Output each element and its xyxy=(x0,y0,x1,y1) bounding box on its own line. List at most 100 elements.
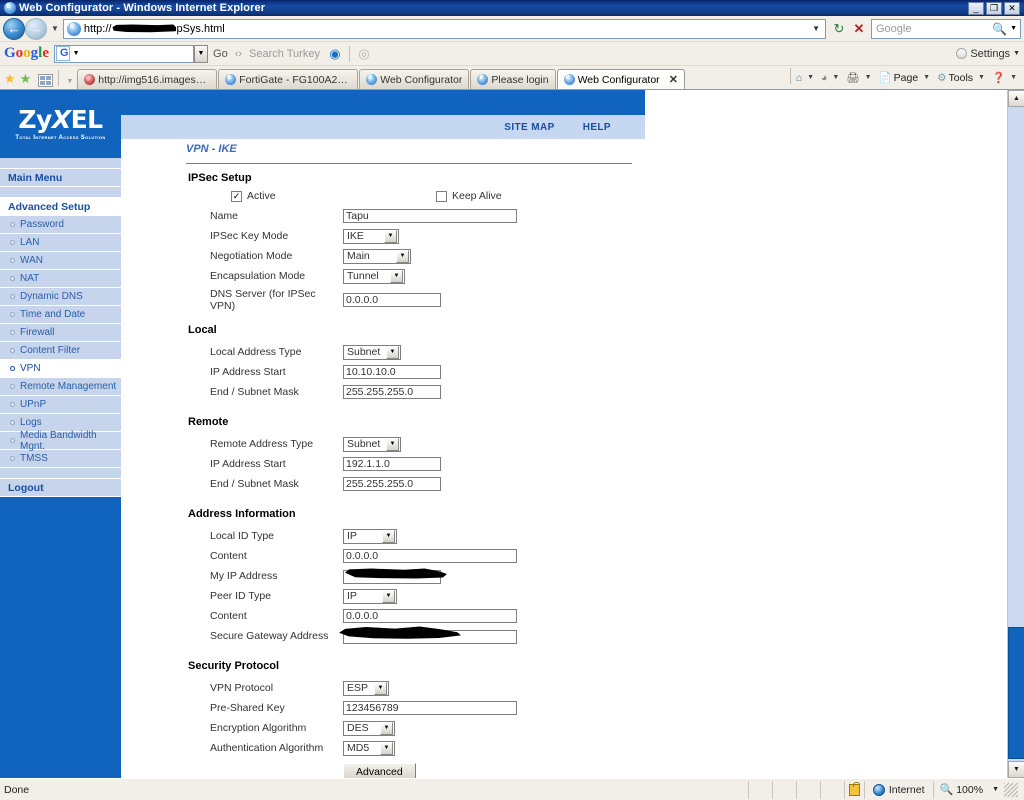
active-checkbox[interactable]: ✓ xyxy=(231,190,242,202)
keep-alive-checkbox[interactable] xyxy=(436,190,447,202)
tab-4-active[interactable]: Web Configurator ✕ xyxy=(556,69,685,89)
google-search-input[interactable]: G ▼ xyxy=(54,44,195,63)
quick-tabs-icon[interactable] xyxy=(38,74,54,87)
restore-button[interactable]: ❐ xyxy=(986,1,1002,15)
local-ip-start-input[interactable] xyxy=(343,365,441,379)
search-input[interactable]: Google xyxy=(872,23,989,35)
zoom-dropdown-icon[interactable]: ▼ xyxy=(986,786,999,793)
remote-subnet-mask-input[interactable] xyxy=(343,477,441,491)
stop-icon[interactable]: ✕ xyxy=(849,19,869,39)
tab-0[interactable]: http://img516.imageshack.... xyxy=(77,69,218,89)
scrollbar-track[interactable] xyxy=(1008,107,1024,761)
sidebar-item-upnp[interactable]: UPnP xyxy=(0,396,121,414)
sidebar-item-wan[interactable]: WAN xyxy=(0,252,121,270)
my-ip-address-field[interactable] xyxy=(343,567,447,585)
select-value: IP xyxy=(347,590,357,602)
google-earth-icon[interactable]: ◉ xyxy=(325,44,345,64)
page-menu-button[interactable]: 📄 Page ▼ xyxy=(877,71,936,85)
resize-grip[interactable] xyxy=(1004,782,1018,797)
encapsulation-mode-select[interactable]: Tunnel ▼ xyxy=(343,268,405,284)
secure-gateway-field[interactable] xyxy=(339,626,517,645)
forward-button[interactable]: → xyxy=(25,17,47,40)
local-address-type-select[interactable]: Subnet ▼ xyxy=(343,344,401,360)
tab-2[interactable]: Web Configurator xyxy=(359,69,470,89)
dns-server-input[interactable] xyxy=(343,293,441,307)
google-go-button[interactable]: Go xyxy=(208,48,233,60)
name-input[interactable] xyxy=(343,209,517,223)
scrollbar-thumb[interactable] xyxy=(1008,627,1024,759)
sidebar-item-firewall[interactable]: Firewall xyxy=(0,324,121,342)
select-value: Main xyxy=(347,250,370,262)
local-id-content-input[interactable] xyxy=(343,549,517,563)
tab-list-icon[interactable]: ▼ xyxy=(62,78,77,89)
google-history-dropdown-icon[interactable]: ▼ xyxy=(194,44,209,63)
history-dropdown-icon[interactable]: ▼ xyxy=(47,24,63,33)
peer-id-type-select[interactable]: IP ▼ xyxy=(343,588,397,604)
tab-3[interactable]: Please login xyxy=(470,69,556,89)
print-button[interactable]: 🖨 ▼ xyxy=(844,71,876,84)
sidebar-item-dynamic-dns[interactable]: Dynamic DNS xyxy=(0,288,121,306)
google-badge-caret-icon[interactable]: ▼ xyxy=(71,50,80,57)
security-zone-indicator[interactable]: Internet xyxy=(863,780,933,799)
row-vpn-protocol: VPN Protocol ESP ▼ xyxy=(121,678,645,698)
vertical-scrollbar[interactable]: ▲ ▼ xyxy=(1007,90,1024,778)
address-bar[interactable]: http:// pSys.html ▼ xyxy=(62,18,826,39)
tab-1[interactable]: FortiGate - FG100A210640... xyxy=(218,69,359,89)
site-map-link[interactable]: SITE MAP xyxy=(504,122,554,133)
favorites-star-icon[interactable]: ★ xyxy=(2,69,18,89)
search-icon[interactable]: 🔍 xyxy=(989,22,1010,36)
remote-ip-start-input[interactable] xyxy=(343,457,441,471)
search-box[interactable]: Google 🔍 ▼ xyxy=(871,18,1021,39)
ipsec-key-mode-select[interactable]: IKE ▼ xyxy=(343,228,399,244)
google-nav-arrows-icon[interactable]: ‹› xyxy=(233,48,244,60)
row-local-id-content: Content xyxy=(121,546,645,566)
google-settings-button[interactable]: Settings ▼ xyxy=(956,48,1020,60)
authentication-algorithm-select[interactable]: MD5 ▼ xyxy=(343,740,395,756)
google-search-country-button[interactable]: Search Turkey xyxy=(244,48,325,60)
pre-shared-key-input[interactable] xyxy=(343,701,517,715)
sidebar-item-media-bandwidth[interactable]: Media Bandwidth Mgnt. xyxy=(0,430,121,452)
sidebar-item-password[interactable]: Password xyxy=(0,216,121,234)
sidebar-item-label: Remote Management xyxy=(20,381,117,392)
scroll-up-button[interactable]: ▲ xyxy=(1008,90,1024,107)
remote-address-type-select[interactable]: Subnet ▼ xyxy=(343,436,401,452)
advanced-button[interactable]: Advanced xyxy=(343,763,416,778)
back-button[interactable]: ← xyxy=(3,17,25,40)
help-link[interactable]: HELP xyxy=(583,122,611,133)
row-dns-server: DNS Server (for IPSec VPN) xyxy=(121,288,645,312)
peer-id-content-input[interactable] xyxy=(343,609,517,623)
tools-menu-button[interactable]: ⚙ Tools ▼ xyxy=(935,72,990,84)
sidebar-item-tmss[interactable]: TMSS xyxy=(0,450,121,468)
local-subnet-mask-input[interactable] xyxy=(343,385,441,399)
sidebar-item-content-filter[interactable]: Content Filter xyxy=(0,342,121,360)
close-button[interactable]: ✕ xyxy=(1004,1,1020,15)
scroll-down-button[interactable]: ▼ xyxy=(1008,761,1024,778)
sidebar-item-vpn[interactable]: VPN xyxy=(0,360,121,378)
tab-close-icon[interactable]: ✕ xyxy=(669,73,678,86)
address-dropdown-icon[interactable]: ▼ xyxy=(807,24,825,33)
bullet-icon xyxy=(10,240,15,245)
zoom-control[interactable]: 🔍 100% ▼ xyxy=(932,780,1024,799)
select-value: Tunnel xyxy=(347,270,379,282)
help-button[interactable]: ❓ ▼ xyxy=(990,71,1022,84)
negotiation-mode-select[interactable]: Main ▼ xyxy=(343,248,411,264)
sidebar-item-main-menu[interactable]: Main Menu xyxy=(0,169,121,187)
minimize-button[interactable]: _ xyxy=(968,1,984,15)
sidebar-item-nat[interactable]: NAT xyxy=(0,270,121,288)
row-ipsec-key-mode: IPSec Key Mode IKE ▼ xyxy=(121,226,645,246)
sidebar-item-advanced-setup[interactable]: Advanced Setup xyxy=(0,198,121,216)
sidebar-item-remote-management[interactable]: Remote Management xyxy=(0,378,121,396)
local-id-type-select[interactable]: IP ▼ xyxy=(343,528,397,544)
feeds-button[interactable]: ◕ ▼ xyxy=(819,72,844,84)
sidebar-item-lan[interactable]: LAN xyxy=(0,234,121,252)
page-title: VPN - IKE xyxy=(186,143,237,155)
home-button[interactable]: ⌂ ▼ xyxy=(794,72,819,84)
search-dropdown-icon[interactable]: ▼ xyxy=(1010,25,1020,32)
refresh-icon[interactable]: ↻ xyxy=(829,19,849,39)
status-cell-2 xyxy=(771,780,796,799)
add-favorite-icon[interactable]: ★ xyxy=(18,69,34,89)
sidebar-item-logout[interactable]: Logout xyxy=(0,479,121,497)
encryption-algorithm-select[interactable]: DES ▼ xyxy=(343,720,395,736)
sidebar-item-time-and-date[interactable]: Time and Date xyxy=(0,306,121,324)
vpn-protocol-select[interactable]: ESP ▼ xyxy=(343,680,389,696)
